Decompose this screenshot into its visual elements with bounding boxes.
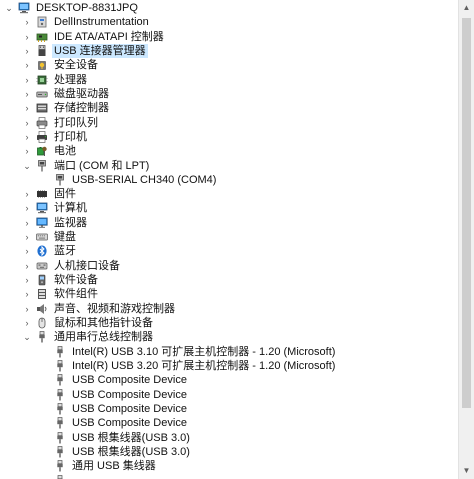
usb-device-icon [54,417,66,429]
chevron-right-icon[interactable]: › [22,130,32,144]
chevron-right-icon[interactable]: › [22,101,32,115]
firmware-icon [36,188,48,200]
tree-item-label: 软件设备 [54,274,98,287]
tree-item-label: 监视器 [54,216,87,229]
chevron-right-icon[interactable]: › [22,216,32,230]
tree-item-label: 软件组件 [54,288,98,301]
chevron-right-icon[interactable]: › [22,316,32,330]
chevron-right-icon[interactable]: › [22,73,32,87]
tree-item-label: IDE ATA/ATAPI 控制器 [54,30,164,43]
tree-item-label: USB 连接器管理器 [52,43,148,58]
usb-device-icon [54,474,66,479]
usb-device-icon [54,460,66,472]
usb-device-icon [54,360,66,372]
usb-controller-icon [36,331,48,343]
tree-item-label: USB Composite Device [72,417,187,430]
usb-device-icon [54,403,66,415]
chevron-right-icon[interactable]: › [22,44,32,58]
chevron-right-icon[interactable]: › [22,116,32,130]
device-icon [36,16,48,28]
tree-item-label: USB-SERIAL CH340 (COM4) [72,173,217,186]
monitor-icon [36,217,48,229]
usb-device-icon [54,345,66,358]
usb-device-icon [54,446,66,458]
chevron-right-icon[interactable]: › [22,87,32,101]
battery-icon [36,145,48,157]
security-device-icon [36,59,48,71]
chevron-down-icon[interactable]: ⌄ [4,1,14,15]
tree-item-label: Intel(R) USB 3.10 可扩展主机控制器 - 1.20 (Micro… [72,345,336,358]
tree-item-label: 打印机 [54,130,87,143]
tree-item-label: 键盘 [54,231,76,244]
tree-item-label: 端口 (COM 和 LPT) [54,159,150,172]
printer-icon [36,131,48,143]
chevron-right-icon[interactable]: › [22,30,32,44]
chevron-down-icon[interactable]: ⌄ [22,159,32,173]
scroll-up-arrow-icon[interactable]: ▲ [459,0,474,16]
tree-item-label: 蓝牙 [54,245,76,258]
tree-item-label: 计算机 [54,202,87,215]
tree-item-label: 磁盘驱动器 [54,87,109,100]
vertical-scrollbar[interactable]: ▲ ▼ [458,0,474,479]
scrollbar-thumb[interactable] [462,18,471,408]
processor-icon [36,74,48,86]
chevron-right-icon[interactable]: › [22,273,32,287]
chevron-down-icon[interactable]: ⌄ [22,330,32,344]
tree-item-label: 声音、视频和游戏控制器 [54,302,175,315]
tree-item-label: 通用串行总线控制器 [54,331,153,344]
usb-connector-icon [36,45,48,57]
storage-controller-icon [36,102,48,114]
tree-item-label: USB 根集线器(USB 3.0) [72,445,190,458]
computer-icon [36,202,48,214]
tree-item-label: 安全设备 [54,59,98,72]
scroll-down-arrow-icon[interactable]: ▼ [459,463,474,479]
chevron-right-icon[interactable]: › [22,201,32,215]
chevron-right-icon[interactable]: › [22,230,32,244]
chevron-right-icon[interactable]: › [22,144,32,158]
chevron-right-icon[interactable]: › [22,187,32,201]
chevron-right-icon[interactable]: › [22,15,32,29]
print-queue-icon [36,116,48,129]
tree-item-label: USB Composite Device [72,388,187,401]
tree-item-label: 处理器 [54,73,87,86]
usb-device-icon [54,388,66,401]
disk-drive-icon [36,88,48,100]
software-device-icon [36,274,48,286]
usb-device-icon [54,431,66,444]
usb-device-icon [54,374,66,386]
tree-item-label: USB 根集线器(USB 3.0) [72,431,190,444]
port-icon [54,173,66,186]
tree-item-label: USB Composite Device [72,402,187,415]
tree-item-label: 电池 [54,145,76,158]
tree-item-label: DESKTOP-8831JPQ [36,2,138,14]
sound-icon [36,303,48,315]
tree-item-label: 打印队列 [54,116,98,129]
hid-icon [36,260,48,272]
tree-item-label: 人机接口设备 [54,259,120,272]
computer-icon [18,2,30,14]
tree-item-label: DellInstrumentation [54,16,149,29]
tree-item-label: 通用 USB 集线器 [72,460,156,473]
keyboard-icon [36,231,48,243]
chevron-right-icon[interactable]: › [22,287,32,301]
tree-item-label: 鼠标和其他指针设备 [54,317,153,330]
bluetooth-icon [36,245,48,257]
tree-item-label: 固件 [54,188,76,201]
software-component-icon [36,288,48,300]
tree-item-label: Intel(R) USB 3.20 可扩展主机控制器 - 1.20 (Micro… [72,360,336,372]
tree-item-label: USB Composite Device [72,374,187,387]
tree-item-label: 存储控制器 [54,102,109,115]
chevron-right-icon[interactable]: › [22,244,32,258]
chevron-right-icon[interactable]: › [22,259,32,273]
chevron-right-icon[interactable]: › [22,58,32,72]
port-icon [36,159,48,172]
chevron-right-icon[interactable]: › [22,302,32,316]
device-tree[interactable]: ⌄ DESKTOP-8831JPQ › DellInstrumentation › IDE… [0,0,458,479]
mouse-icon [36,317,48,329]
ide-controller-icon [36,31,48,43]
